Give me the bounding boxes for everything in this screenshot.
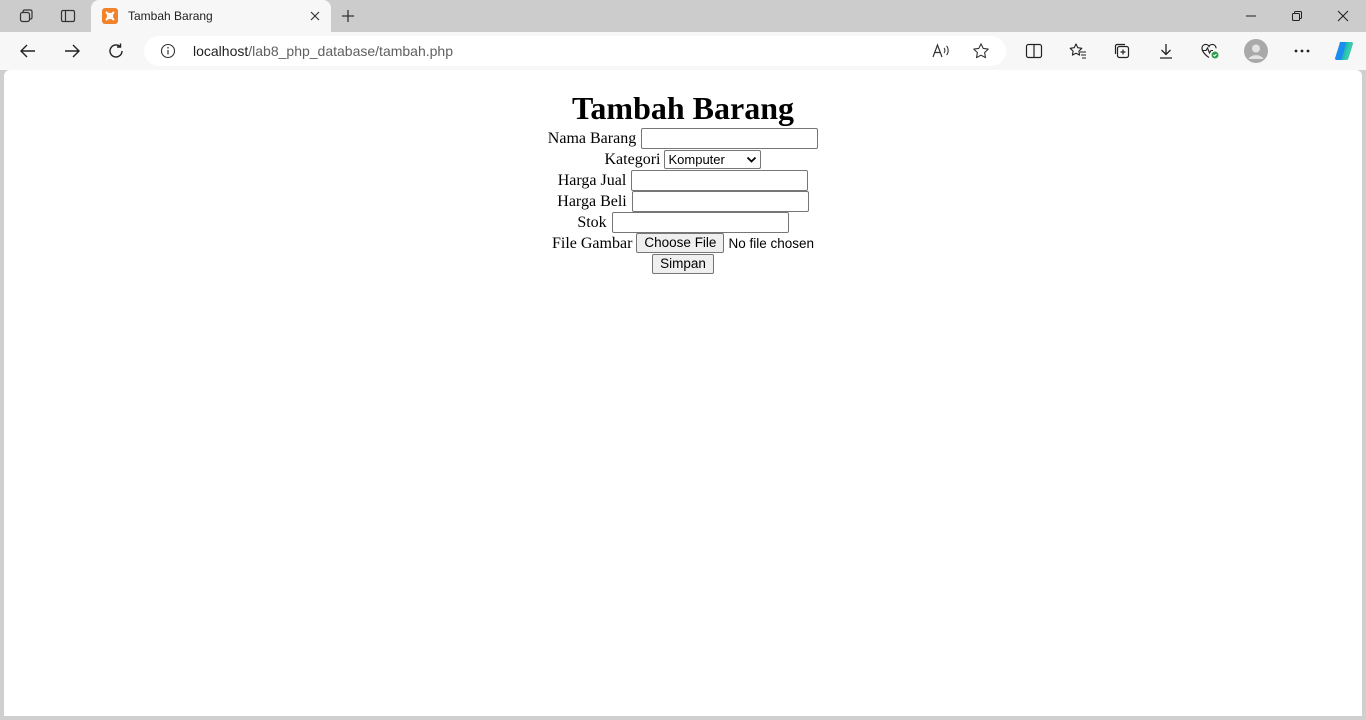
workspaces-icon[interactable] [12, 4, 40, 28]
stok-row: Stok [4, 211, 1362, 233]
tab-actions-icon[interactable] [54, 4, 82, 28]
address-bar[interactable]: localhost/lab8_php_database/tambah.php [144, 36, 1006, 66]
plus-icon[interactable] [334, 4, 362, 28]
url-text: localhost/lab8_php_database/tambah.php [193, 43, 453, 59]
kategori-selected: Komputer [668, 151, 725, 167]
harga-jual-row: Harga Jual [4, 169, 1362, 191]
copilot-icon[interactable] [1328, 35, 1360, 67]
nama-barang-row: Nama Barang [4, 127, 1362, 149]
harga-jual-input[interactable] [631, 169, 809, 191]
harga-beli-input[interactable] [631, 190, 809, 212]
favorites-icon[interactable] [1062, 35, 1094, 67]
active-tab[interactable]: Tambah Barang [91, 0, 331, 32]
file-gambar-row: File Gambar Choose File No file chosen [4, 232, 1362, 254]
split-screen-icon[interactable] [1018, 35, 1050, 67]
kategori-row: Kategori Komputer [4, 148, 1362, 169]
arrow-left-icon[interactable] [12, 35, 44, 67]
page-viewport: Tambah Barang Nama Barang Kategori Kompu… [4, 70, 1362, 716]
refresh-icon[interactable] [100, 35, 132, 67]
nama-barang-input[interactable] [641, 127, 819, 149]
tab-strip: Tambah Barang [0, 0, 1366, 32]
submit-row: Simpan [4, 253, 1362, 275]
read-aloud-icon[interactable] [931, 41, 951, 61]
simpan-button[interactable]: Simpan [652, 254, 714, 275]
kategori-select[interactable]: Komputer [664, 149, 762, 169]
heart-pulse-icon[interactable] [1194, 35, 1226, 67]
download-icon[interactable] [1150, 35, 1182, 67]
ellipsis-icon[interactable] [1286, 35, 1318, 67]
choose-file-button[interactable]: Choose File [636, 233, 725, 254]
tab-title: Tambah Barang [128, 9, 213, 23]
harga-jual-label: Harga Jual [557, 171, 627, 189]
harga-beli-row: Harga Beli [4, 190, 1362, 212]
page-title: Tambah Barang [572, 90, 794, 126]
url-path: /lab8_php_database/tambah.php [248, 43, 453, 59]
restore-icon[interactable] [1274, 0, 1320, 32]
file-gambar-label: File Gambar [551, 234, 633, 252]
url-host: localhost [193, 43, 249, 59]
minimize-icon[interactable] [1228, 0, 1274, 32]
file-status: No file chosen [728, 235, 815, 251]
harga-beli-label: Harga Beli [557, 192, 627, 210]
stok-input[interactable] [611, 211, 789, 233]
close-icon[interactable] [305, 6, 325, 26]
stok-label: Stok [577, 213, 607, 231]
avatar-icon[interactable] [1240, 35, 1272, 67]
kategori-label: Kategori [604, 150, 661, 168]
chevron-down-icon [746, 154, 757, 165]
collections-icon[interactable] [1106, 35, 1138, 67]
arrow-right-icon[interactable] [56, 35, 88, 67]
xampp-icon [102, 8, 118, 24]
info-icon[interactable] [160, 43, 176, 59]
star-icon[interactable] [971, 41, 991, 61]
window-close-icon[interactable] [1320, 0, 1366, 32]
browser-toolbar: localhost/lab8_php_database/tambah.php [0, 32, 1366, 70]
nama-barang-label: Nama Barang [547, 129, 637, 147]
